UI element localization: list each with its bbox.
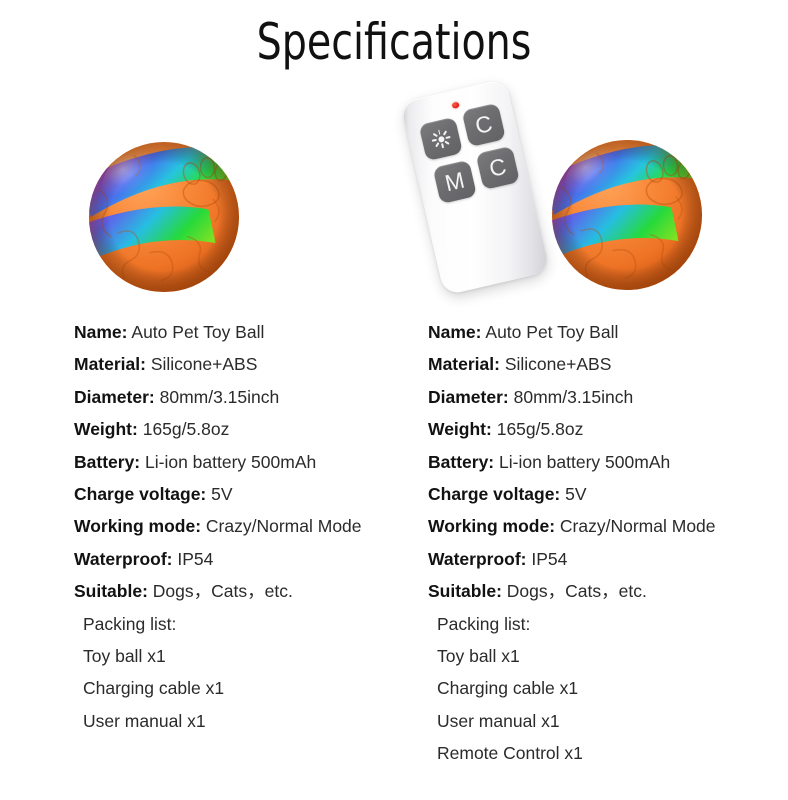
spec-label: Working mode:: [74, 516, 202, 537]
spec-label: Battery:: [428, 451, 495, 472]
spec-label: Waterproof:: [428, 548, 527, 569]
spec-row-charge-voltage: Charge voltage: 5V: [428, 478, 778, 510]
spec-row-working-mode: Working mode: Crazy/Normal Mode: [428, 510, 778, 542]
spec-row-name: Name: Auto Pet Toy Ball: [428, 316, 778, 348]
remote-button-m[interactable]: M: [432, 159, 478, 205]
pet-toy-ball-image-right: [548, 136, 706, 294]
spec-value: 5V: [211, 484, 233, 505]
spec-label: Material:: [428, 354, 500, 375]
spec-value: Crazy/Normal Mode: [205, 516, 362, 537]
spec-label: Charge voltage:: [74, 484, 207, 505]
spec-value: 5V: [565, 484, 587, 505]
spec-row-suitable: Suitable: Dogs，Cats，etc.: [74, 575, 424, 607]
packing-list-item: User manual x1: [83, 710, 206, 731]
packing-list-item: User manual x1: [437, 710, 560, 731]
packing-list-item: Toy ball x1: [83, 646, 166, 667]
spec-label: Diameter:: [428, 386, 509, 407]
packing-list-item: Charging cable x1: [437, 678, 579, 699]
spec-value: Li-ion battery 500mAh: [499, 451, 671, 472]
remote-button-c-top[interactable]: C: [461, 102, 506, 148]
spec-column-right: Name: Auto Pet Toy Ball Material: Silico…: [428, 316, 778, 770]
spec-row-material: Material: Silicone+ABS: [428, 348, 778, 380]
brightness-sun-icon: [429, 128, 452, 151]
spec-label: Waterproof:: [74, 548, 173, 569]
spec-row-weight: Weight: 165g/5.8oz: [428, 413, 778, 445]
spec-row-battery: Battery: Li-ion battery 500mAh: [74, 446, 424, 478]
spec-label: Weight:: [428, 419, 492, 440]
spec-value: Dogs，Cats，etc.: [506, 581, 647, 602]
spec-row-name: Name: Auto Pet Toy Ball: [74, 316, 424, 348]
spec-label: Charge voltage:: [428, 484, 561, 505]
spec-row-diameter: Diameter: 80mm/3.15inch: [74, 381, 424, 413]
spec-value: IP54: [177, 548, 214, 569]
page-title: Specifications: [256, 13, 532, 71]
spec-row-working-mode: Working mode: Crazy/Normal Mode: [74, 510, 424, 542]
spec-value: Silicone+ABS: [504, 354, 612, 375]
packing-list-item: Remote Control x1: [437, 743, 583, 764]
spec-value: Auto Pet Toy Ball: [131, 322, 265, 342]
packing-list-item: Charging cable x1: [83, 678, 225, 699]
spec-label: Battery:: [74, 451, 141, 472]
packing-list-heading: Packing list:: [437, 613, 531, 634]
remote-control-image: C M C: [400, 78, 550, 296]
spec-label: Material:: [74, 354, 146, 375]
spec-row-waterproof: Waterproof: IP54: [74, 543, 424, 575]
spec-row-waterproof: Waterproof: IP54: [428, 543, 778, 575]
spec-label: Name:: [74, 322, 128, 342]
product-image-group: C M C: [0, 78, 788, 305]
spec-value: Auto Pet Toy Ball: [485, 322, 619, 342]
spec-label: Working mode:: [428, 516, 556, 537]
pet-toy-ball-image-left: [85, 138, 243, 296]
spec-row-diameter: Diameter: 80mm/3.15inch: [428, 381, 778, 413]
spec-value: 165g/5.8oz: [496, 419, 584, 440]
spec-column-left: Name: Auto Pet Toy Ball Material: Silico…: [74, 316, 424, 737]
spec-label: Suitable:: [428, 581, 502, 602]
spec-row-battery: Battery: Li-ion battery 500mAh: [428, 446, 778, 478]
spec-label: Diameter:: [74, 386, 155, 407]
spec-value: 80mm/3.15inch: [159, 386, 280, 407]
spec-value: Crazy/Normal Mode: [559, 516, 716, 537]
spec-value: 165g/5.8oz: [142, 419, 230, 440]
spec-row-material: Material: Silicone+ABS: [74, 348, 424, 380]
spec-label: Weight:: [74, 419, 138, 440]
remote-button-c-bottom[interactable]: C: [475, 145, 520, 191]
packing-list-item: Toy ball x1: [437, 646, 520, 667]
spec-value: IP54: [531, 548, 568, 569]
spec-value: Dogs，Cats，etc.: [152, 581, 293, 602]
spec-label: Name:: [428, 322, 482, 342]
spec-row-charge-voltage: Charge voltage: 5V: [74, 478, 424, 510]
remote-button-brightness[interactable]: [418, 116, 464, 162]
packing-list-heading: Packing list:: [83, 613, 177, 634]
spec-value: Silicone+ABS: [150, 354, 258, 375]
spec-row-suitable: Suitable: Dogs，Cats，etc.: [428, 575, 778, 607]
spec-value: Li-ion battery 500mAh: [145, 451, 317, 472]
spec-row-weight: Weight: 165g/5.8oz: [74, 413, 424, 445]
spec-label: Suitable:: [74, 581, 148, 602]
spec-value: 80mm/3.15inch: [513, 386, 634, 407]
